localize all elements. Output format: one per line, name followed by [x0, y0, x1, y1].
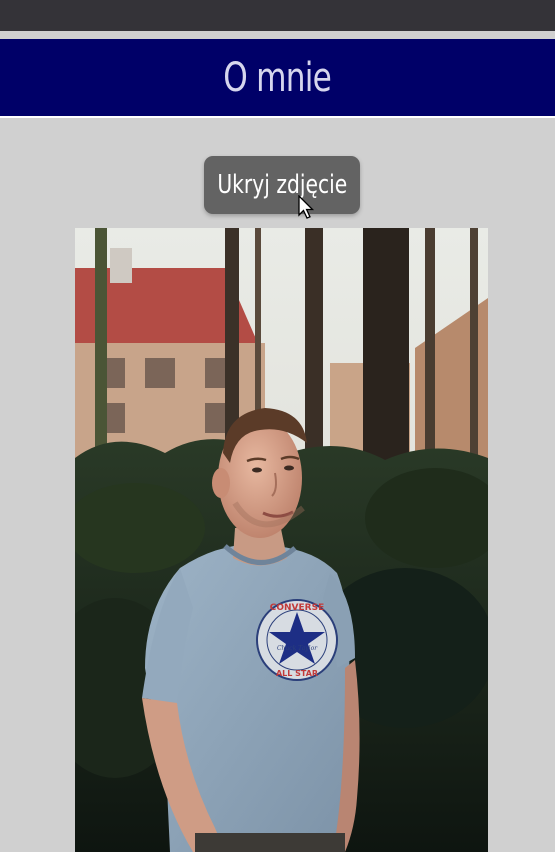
- top-gap: [0, 31, 555, 39]
- page-header: O mnie: [0, 39, 555, 118]
- hide-photo-button-label: Ukryj zdjęcie: [217, 170, 347, 200]
- hide-photo-button[interactable]: Ukryj zdjęcie: [204, 156, 360, 214]
- profile-photo: CONVERSE Chuck Taylor ALL STAR: [75, 228, 488, 852]
- page-title: O mnie: [223, 54, 333, 101]
- logo-bottom-text: ALL STAR: [276, 669, 318, 678]
- logo-script-text: Chuck Taylor: [277, 645, 318, 652]
- browser-top-bar: [0, 0, 555, 31]
- shirt-logo: CONVERSE Chuck Taylor ALL STAR: [256, 599, 338, 681]
- logo-top-text: CONVERSE: [270, 603, 324, 613]
- mouse-pointer-icon: [298, 195, 315, 219]
